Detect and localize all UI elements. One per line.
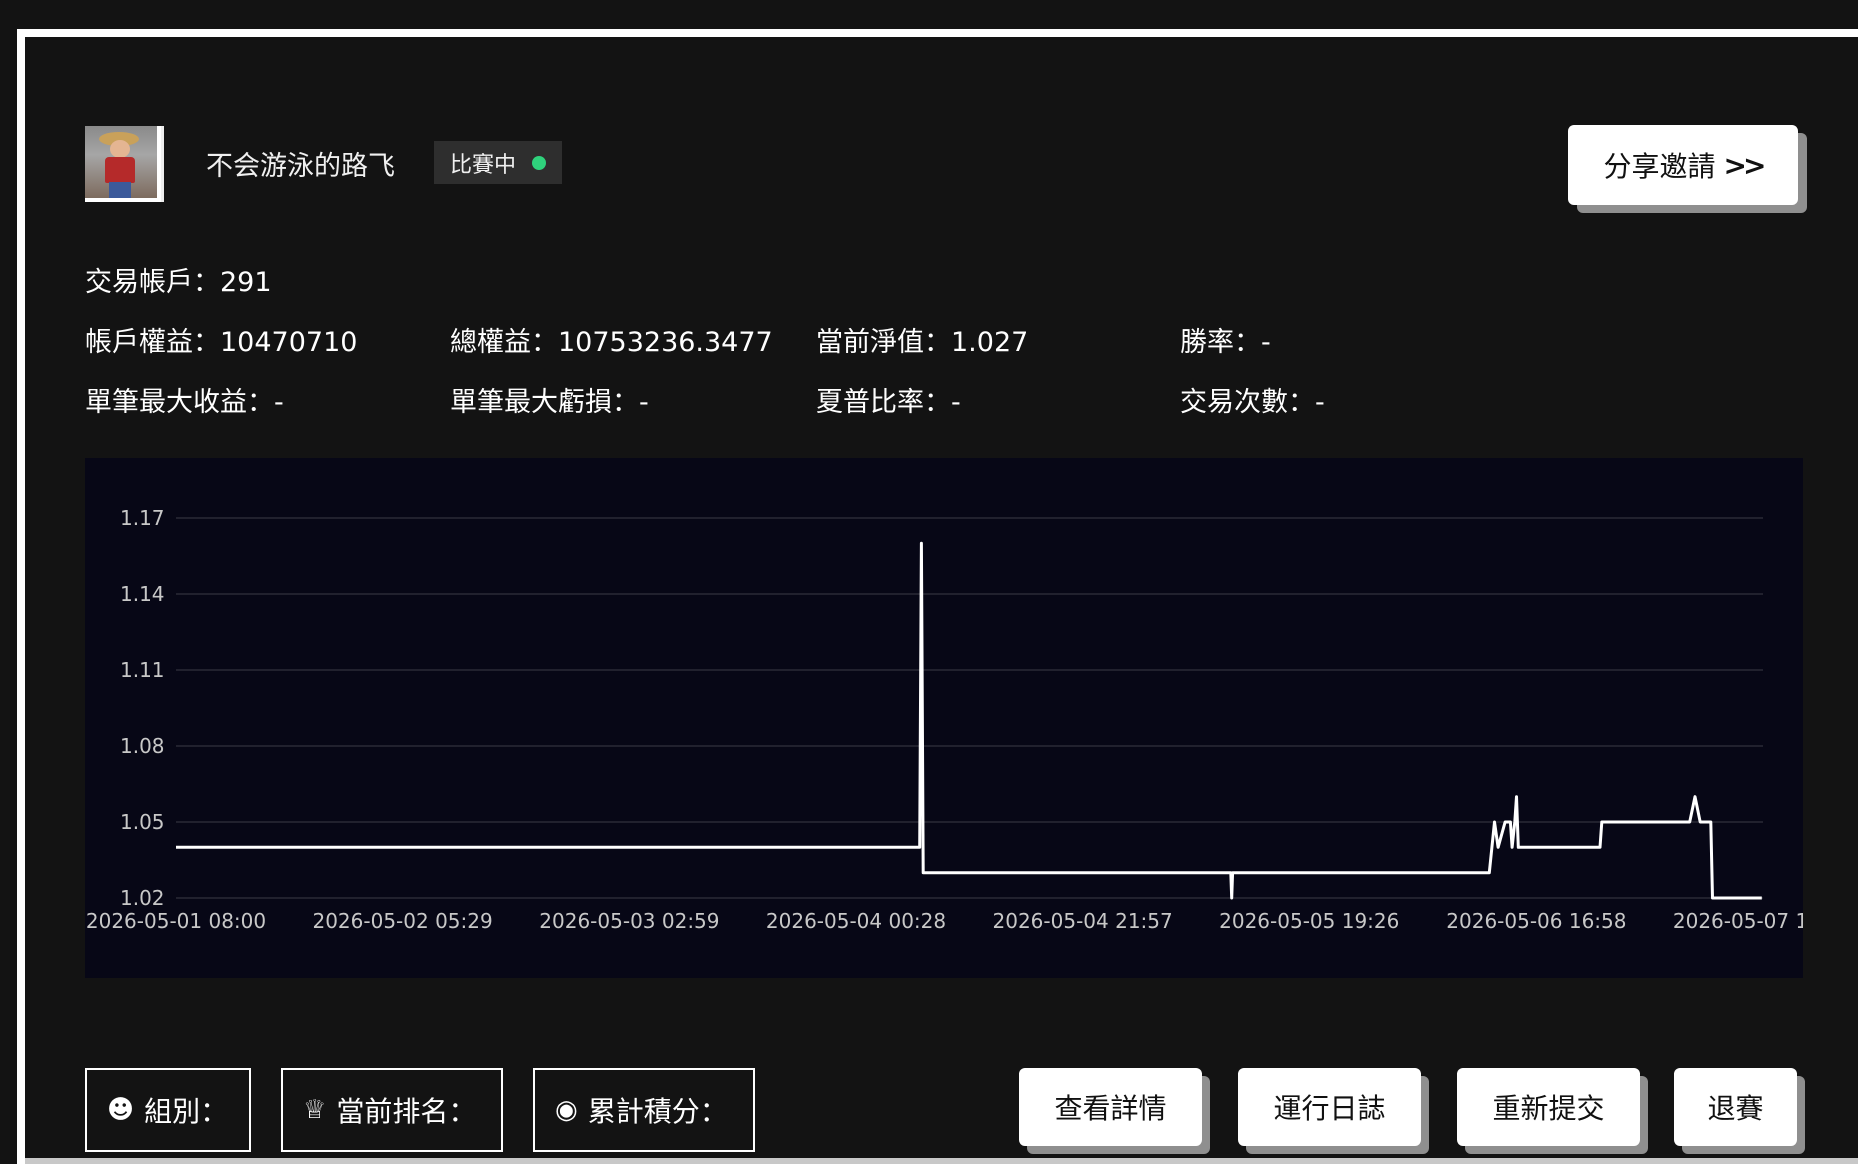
avatar-image [85, 126, 157, 198]
stat-label: 當前淨值： [816, 327, 951, 358]
share-invite-label: 分享邀請 [1603, 150, 1716, 183]
withdraw-button[interactable]: 退賽 [1674, 1068, 1797, 1146]
trophy-icon: ♕ [303, 1095, 327, 1125]
stat-label: 帳戶權益： [85, 327, 220, 358]
y-tick-label: 1.02 [120, 886, 165, 910]
x-tick-label: 2026-05-03 02:59 [539, 909, 719, 933]
stat-label: 單筆最大收益： [85, 387, 274, 418]
y-tick-label: 1.14 [120, 582, 165, 606]
stat-value: - [639, 387, 649, 418]
points-label: 累計積分： [587, 1095, 728, 1128]
stat-trading-account: 交易帳戶：291 [85, 260, 272, 299]
stat-value: 10470710 [220, 327, 358, 358]
users-icon: ☻ [107, 1095, 135, 1125]
stat-max-single-loss: 單筆最大虧損：- [450, 380, 649, 419]
stat-win-rate: 勝率：- [1180, 320, 1271, 359]
group-label: 組別： [144, 1095, 229, 1128]
username: 不会游泳的路飞 [206, 151, 395, 182]
status-dot-icon [532, 155, 547, 170]
stat-value: - [1315, 387, 1325, 418]
stat-value: 1.027 [951, 327, 1029, 358]
stat-label: 總權益： [450, 327, 558, 358]
x-tick-label: 2026-05-02 05:29 [312, 909, 492, 933]
x-tick-label: 2026-05-05 19:26 [1219, 909, 1399, 933]
x-tick-label: 2026-05-06 16:58 [1446, 909, 1626, 933]
share-invite-button[interactable]: 分享邀請 >> [1568, 125, 1798, 205]
rank-label: 當前排名： [336, 1095, 477, 1128]
series-line [176, 541, 1762, 900]
points-tag: ◉ 累計積分： [533, 1068, 755, 1152]
stat-value: 291 [220, 267, 272, 298]
stat-trade-count: 交易次數：- [1180, 380, 1325, 419]
x-tick-label: 2026-05-04 21:57 [993, 909, 1173, 933]
stat-current-nav: 當前淨值：1.027 [816, 320, 1028, 359]
stat-total-equity: 總權益：10753236.3477 [450, 320, 773, 359]
x-tick-label: 2026-05-01 08:00 [86, 909, 266, 933]
x-tick-label: 2026-05-07 14:27 [1673, 909, 1803, 933]
panel-border-bottom [25, 1158, 1858, 1164]
status-text: 比賽中 [450, 152, 517, 178]
panel-border-left [17, 29, 25, 1164]
stat-label: 交易次數： [1180, 387, 1315, 418]
rank-tag: ♕ 當前排名： [281, 1068, 503, 1152]
stat-max-single-gain: 單筆最大收益：- [85, 380, 284, 419]
stat-label: 夏普比率： [816, 387, 951, 418]
stat-label: 單筆最大虧損： [450, 387, 639, 418]
double-chevron-right-icon: >> [1723, 148, 1767, 182]
group-tag: ☻ 組別： [85, 1068, 251, 1152]
y-tick-label: 1.05 [120, 810, 165, 834]
stat-value: - [951, 387, 961, 418]
stat-value: - [274, 387, 284, 418]
stop-circle-icon: ◉ [555, 1095, 578, 1125]
stat-label: 勝率： [1180, 327, 1261, 358]
stat-account-equity: 帳戶權益：10470710 [85, 320, 357, 359]
panel-border-top [17, 29, 1858, 37]
view-details-button[interactable]: 查看詳情 [1019, 1068, 1202, 1146]
y-tick-label: 1.08 [120, 734, 165, 758]
resubmit-button[interactable]: 重新提交 [1457, 1068, 1640, 1146]
x-tick-label: 2026-05-04 00:28 [766, 909, 946, 933]
y-tick-label: 1.17 [120, 506, 165, 530]
stat-value: 10753236.3477 [558, 327, 773, 358]
y-tick-label: 1.11 [120, 658, 165, 682]
avatar[interactable] [85, 126, 164, 202]
stat-value: - [1261, 327, 1271, 358]
nav-chart-svg: 1.17 1.14 1.11 1.08 1.05 1.022026-05-01 08:00… [86, 506, 1803, 933]
stat-label: 交易帳戶： [85, 267, 220, 298]
stat-sharpe-ratio: 夏普比率：- [816, 380, 961, 419]
nav-chart[interactable]: 1.17 1.14 1.11 1.08 1.05 1.02 2026-05-01 08:00… [85, 458, 1803, 978]
run-logs-button[interactable]: 運行日誌 [1238, 1068, 1421, 1146]
status-badge: 比賽中 [434, 141, 563, 184]
